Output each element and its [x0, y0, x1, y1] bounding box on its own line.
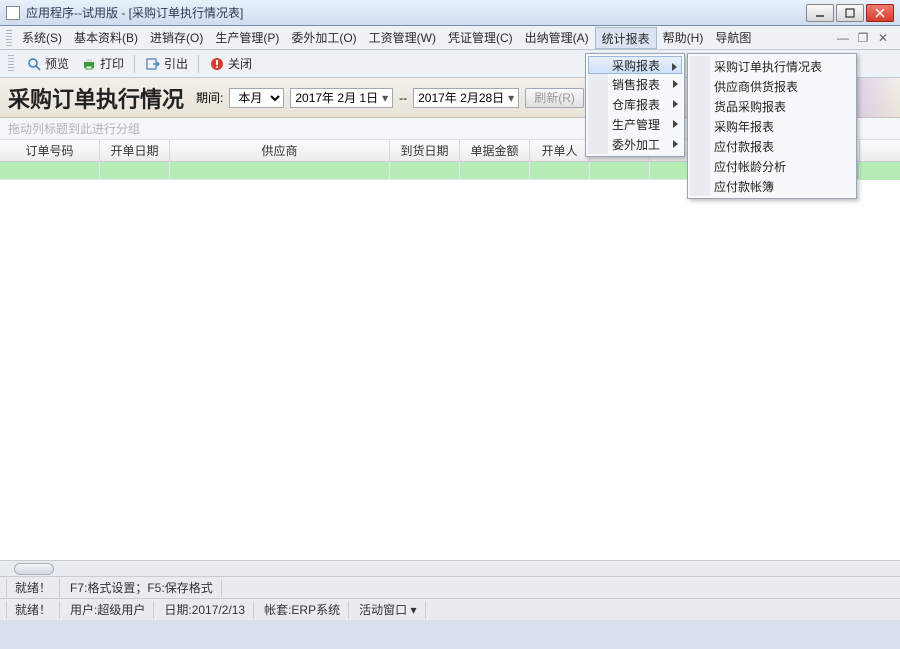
mi-ap-report[interactable]: 应付款报表	[690, 136, 854, 156]
menu-voucher[interactable]: 凭证管理(C)	[442, 27, 519, 49]
mi-goods-purchase[interactable]: 货品采购报表	[690, 96, 854, 116]
period-select[interactable]: 本月	[229, 88, 284, 108]
status-ready: 就绪！	[6, 601, 60, 619]
close-button[interactable]	[866, 4, 894, 22]
horizontal-scrollbar[interactable]	[0, 560, 900, 576]
status-ready: 就绪！	[6, 579, 60, 597]
purchase-reports-submenu: 采购订单执行情况表 供应商供货报表 货品采购报表 采购年报表 应付款报表 应付帐…	[687, 53, 857, 199]
title-bar: 应用程序--试用版 - [采购订单执行情况表]	[0, 0, 900, 26]
mi-purchase-year[interactable]: 采购年报表	[690, 116, 854, 136]
status-user: 用户:超级用户	[62, 601, 154, 619]
col-supplier[interactable]: 供应商	[170, 140, 390, 162]
mi-po-execution[interactable]: 采购订单执行情况表	[690, 56, 854, 76]
chevron-down-icon: ▾	[410, 603, 416, 617]
status-window[interactable]: 活动窗口 ▾	[351, 601, 425, 619]
status-bar-1: 就绪！ F7:格式设置；F5:保存格式	[0, 576, 900, 598]
mdi-controls: — ❐ ✕	[836, 31, 894, 45]
chevron-down-icon: ▾	[382, 91, 388, 105]
menu-cashier[interactable]: 出纳管理(A)	[519, 27, 595, 49]
preview-button[interactable]: 预览	[22, 53, 73, 75]
reports-submenu: 采购报表 销售报表 仓库报表 生产管理 委外加工	[585, 53, 685, 157]
minimize-button[interactable]	[806, 4, 834, 22]
col-order-no[interactable]: 订单号码	[0, 140, 100, 162]
col-arrive-date[interactable]: 到货日期	[390, 140, 460, 162]
maximize-button[interactable]	[836, 4, 864, 22]
chevron-down-icon: ▾	[508, 91, 514, 105]
close-doc-icon	[209, 56, 225, 72]
menu-outsource[interactable]: 委外加工(O)	[285, 27, 362, 49]
menu-nav[interactable]: 导航图	[709, 27, 757, 49]
window-title: 应用程序--试用版 - [采购订单执行情况表]	[26, 4, 243, 21]
arrow-right-icon	[672, 63, 677, 71]
mdi-minimize-icon[interactable]: —	[836, 31, 850, 45]
page-title: 采购订单执行情况	[8, 82, 184, 114]
submenu-warehouse-reports[interactable]: 仓库报表	[588, 94, 682, 114]
menu-system[interactable]: 系统(S)	[16, 27, 68, 49]
mi-supplier-supply[interactable]: 供应商供货报表	[690, 76, 854, 96]
menu-grip	[6, 30, 12, 46]
data-grid: 订单号码 开单日期 供应商 到货日期 单据金额 开单人 审核人 审 码	[0, 140, 900, 560]
menu-production[interactable]: 生产管理(P)	[209, 27, 285, 49]
date-from-input[interactable]: 2017年 2月 1日▾	[290, 88, 393, 108]
toolbar-grip	[8, 55, 14, 73]
submenu-purchase-reports[interactable]: 采购报表	[588, 56, 682, 74]
arrow-right-icon	[673, 80, 678, 88]
preview-label: 预览	[45, 55, 69, 72]
status-bar-2: 就绪！ 用户:超级用户 日期:2017/2/13 帐套:ERP系统 活动窗口 ▾	[0, 598, 900, 620]
col-amount[interactable]: 单据金额	[460, 140, 530, 162]
submenu-sales-reports[interactable]: 销售报表	[588, 74, 682, 94]
export-icon	[145, 56, 161, 72]
menu-basic[interactable]: 基本资料(B)	[68, 27, 144, 49]
col-open-date[interactable]: 开单日期	[100, 140, 170, 162]
app-icon	[6, 6, 20, 20]
print-label: 打印	[100, 55, 124, 72]
arrow-right-icon	[673, 140, 678, 148]
refresh-button[interactable]: 刷新(R)	[525, 88, 584, 108]
mdi-restore-icon[interactable]: ❐	[856, 31, 870, 45]
status-date: 日期:2017/2/13	[156, 601, 254, 619]
menu-bar: 系统(S) 基本资料(B) 进销存(O) 生产管理(P) 委外加工(O) 工资管…	[0, 26, 900, 50]
preview-icon	[26, 56, 42, 72]
date-dash: --	[399, 91, 407, 105]
toolbar-sep	[198, 55, 199, 73]
export-button[interactable]: 引出	[141, 53, 192, 75]
scrollbar-thumb[interactable]	[14, 563, 54, 575]
menu-reports[interactable]: 统计报表	[595, 27, 657, 49]
print-button[interactable]: 打印	[77, 53, 128, 75]
toolbar-sep	[134, 55, 135, 73]
submenu-outsource[interactable]: 委外加工	[588, 134, 682, 154]
print-icon	[81, 56, 97, 72]
close-doc-label: 关闭	[228, 55, 252, 72]
menu-salary[interactable]: 工资管理(W)	[363, 27, 442, 49]
arrow-right-icon	[673, 100, 678, 108]
export-label: 引出	[164, 55, 188, 72]
submenu-production[interactable]: 生产管理	[588, 114, 682, 134]
close-doc-button[interactable]: 关闭	[205, 53, 256, 75]
menu-invoice[interactable]: 进销存(O)	[144, 27, 209, 49]
mdi-close-icon[interactable]: ✕	[876, 31, 890, 45]
mi-ap-aging[interactable]: 应付帐龄分析	[690, 156, 854, 176]
mi-ap-ledger[interactable]: 应付款帐簿	[690, 176, 854, 196]
status-hint: F7:格式设置；F5:保存格式	[62, 579, 222, 597]
period-label: 期间:	[196, 89, 223, 106]
menu-help[interactable]: 帮助(H)	[657, 27, 710, 49]
date-to-input[interactable]: 2017年 2月28日▾	[413, 88, 519, 108]
arrow-right-icon	[673, 120, 678, 128]
col-creator[interactable]: 开单人	[530, 140, 590, 162]
status-account: 帐套:ERP系统	[256, 601, 349, 619]
